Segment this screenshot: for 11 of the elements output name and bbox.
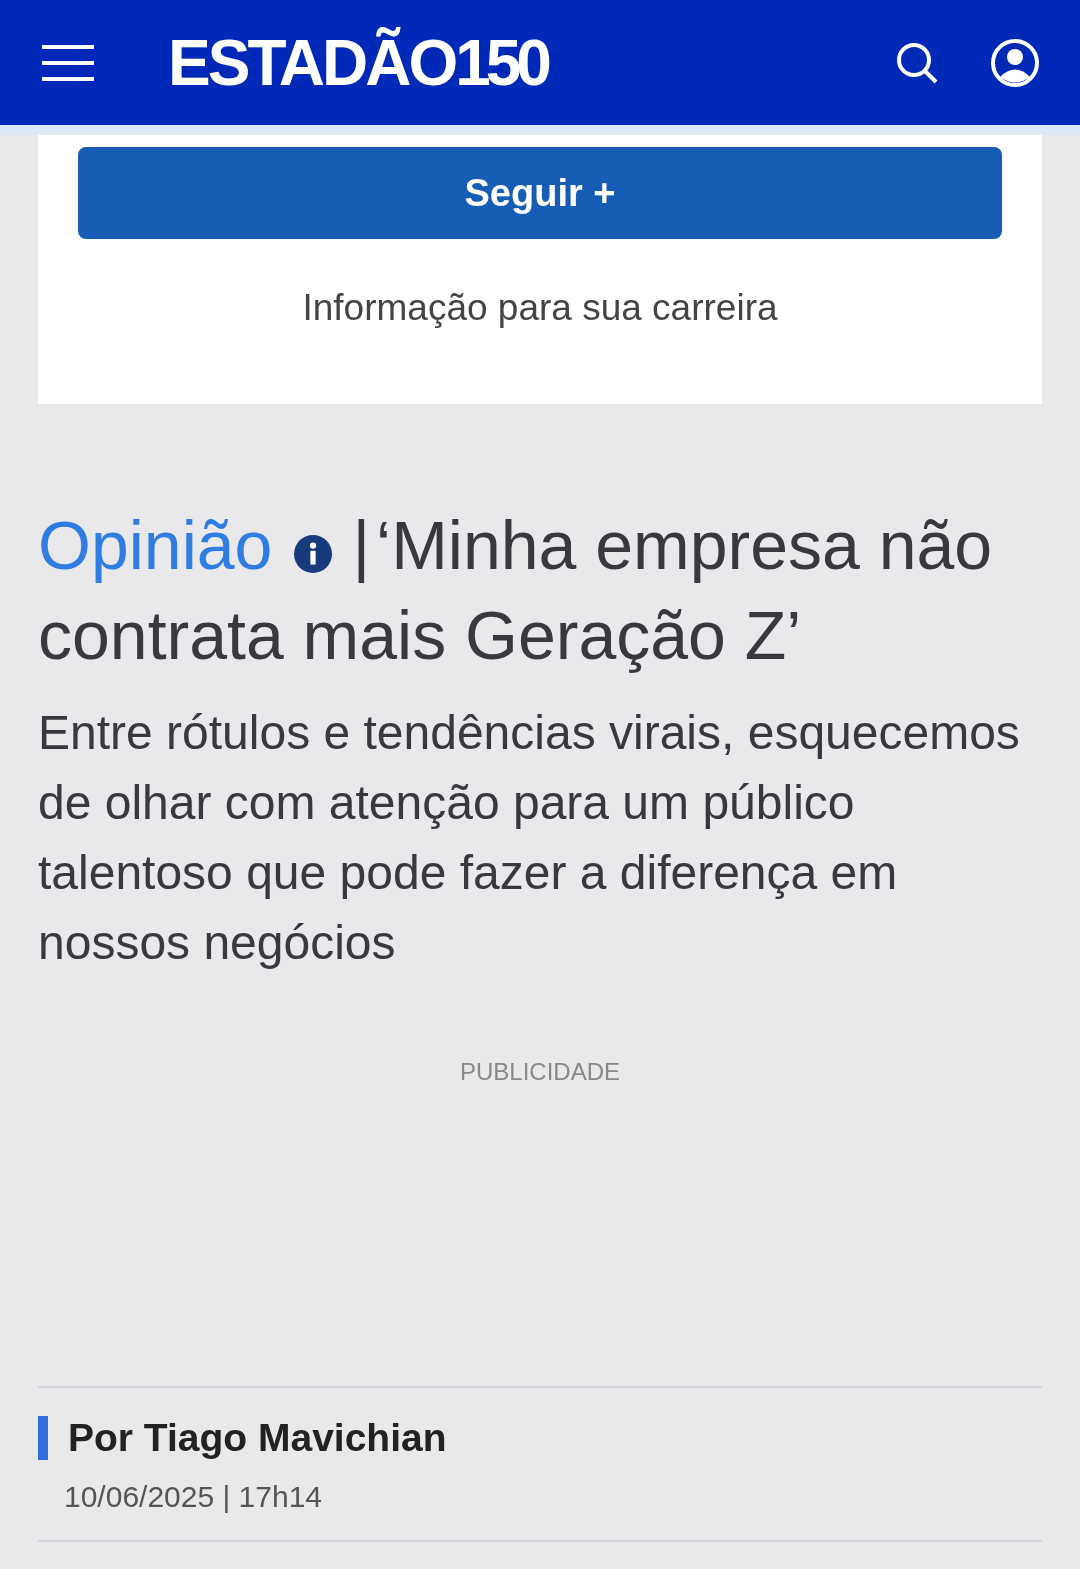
subtitle: Entre rótulos e tendências virais, esquecemos de olhar com atenção para um público talentoso que pode fazer a diferença em nossos negócios	[38, 705, 1021, 971]
ad-label: PUBLICIDADE	[458, 1058, 621, 1086]
headline: Opinião |‘Minha empresa não contrata mais Geração Z’	[38, 506, 994, 675]
info-icon[interactable]	[294, 535, 333, 573]
menu-icon[interactable]	[42, 44, 94, 81]
author-name[interactable]: Por Tiago Mavichian	[38, 1416, 1042, 1460]
search-icon[interactable]	[896, 41, 938, 84]
user-icon[interactable]	[990, 37, 1040, 88]
publish-date: 10/06/2025 | 17h14	[63, 1480, 324, 1514]
tagline: Informação para sua carreira	[302, 287, 778, 329]
follow-button[interactable]: Seguir +	[78, 147, 1002, 239]
